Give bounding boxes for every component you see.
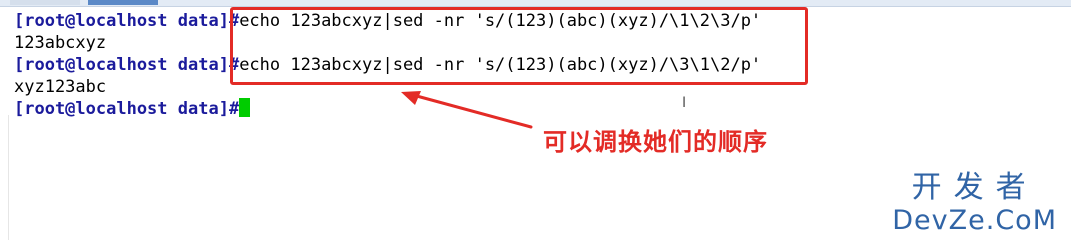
terminal-line-output-1: 123abcxyz [14, 33, 107, 53]
annotation-text: 可以调换她们的顺序 [543, 128, 768, 156]
watermark-logo: 开发者 DevZe.CoM [892, 170, 1057, 236]
terminal-line-prompt: [root@localhost data]# [14, 98, 251, 120]
shell-prompt: [root@localhost data] [14, 55, 229, 75]
divider [8, 115, 9, 240]
tab-inactive[interactable] [10, 0, 80, 5]
terminal-cursor [239, 98, 251, 117]
shell-prompt: [root@localhost data] [14, 11, 229, 31]
window-tab-strip [0, 0, 1071, 7]
terminal-line-output-2: xyz123abc [14, 77, 107, 97]
text-cursor-icon: I [682, 95, 687, 111]
annotation-arrow-icon [401, 91, 533, 129]
tab-active[interactable] [88, 0, 158, 5]
watermark-en: DevZe.CoM [892, 205, 1057, 236]
shell-prompt: [root@localhost data] [14, 99, 229, 119]
highlight-box [230, 7, 808, 85]
watermark-cn: 开发者 [911, 170, 1038, 205]
prompt-hash: # [228, 99, 240, 119]
